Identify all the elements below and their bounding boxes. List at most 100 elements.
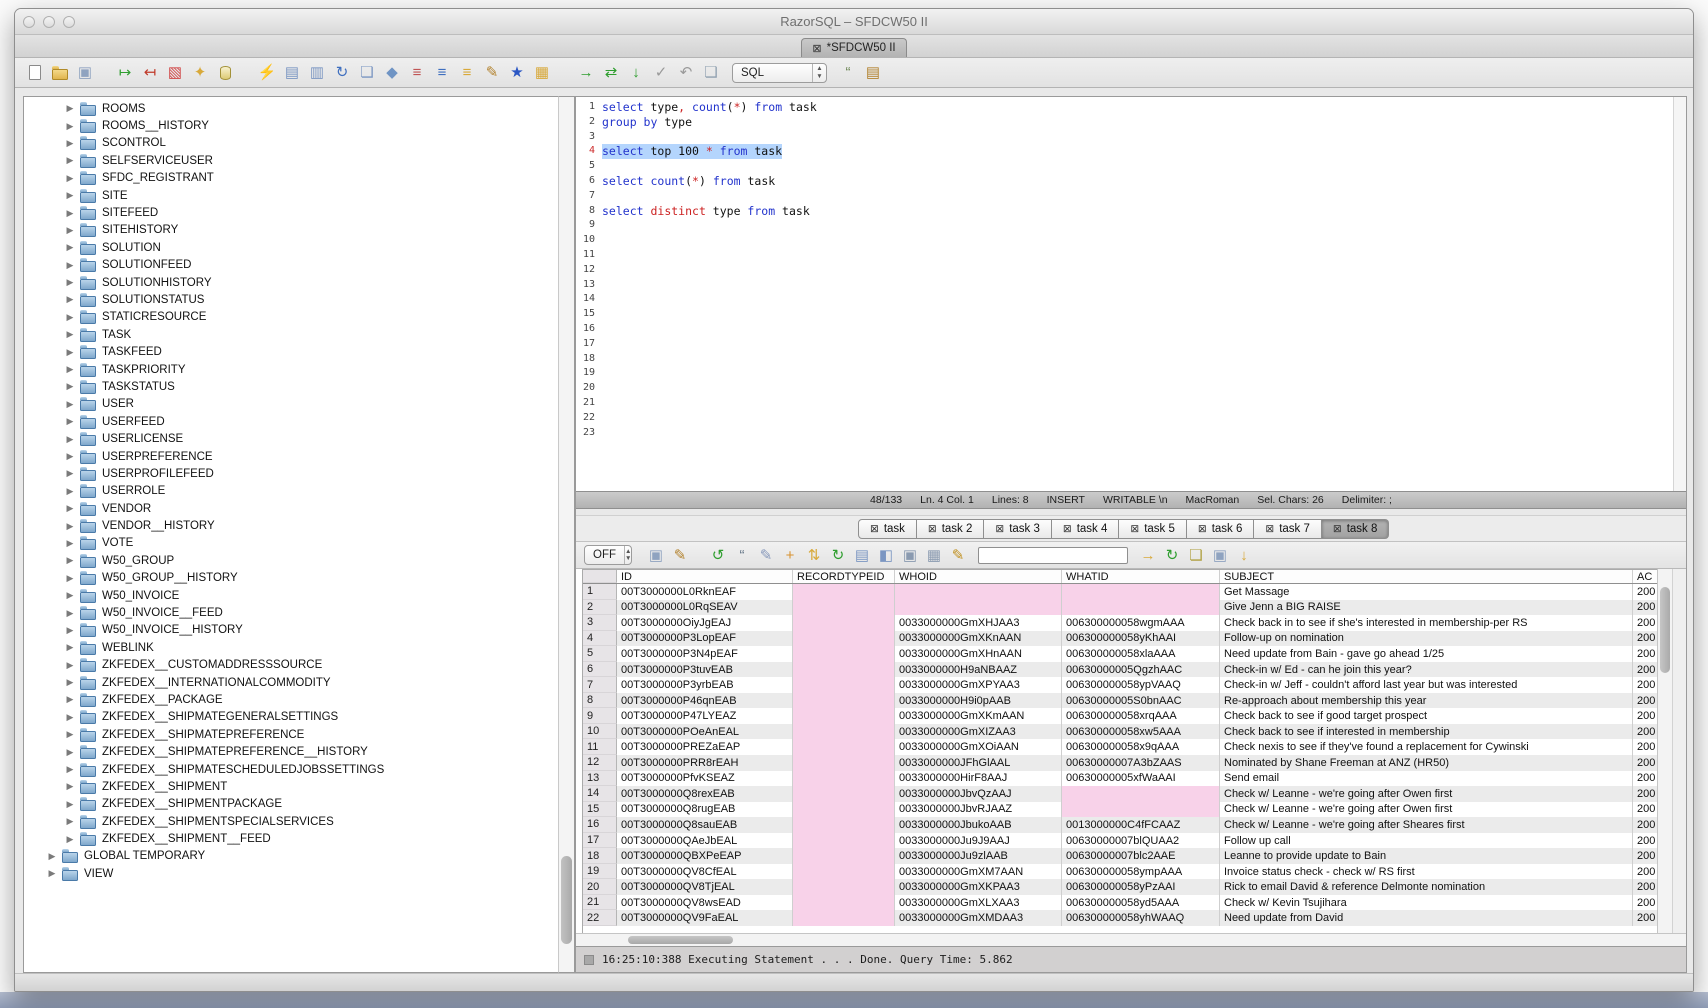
disclosure-triangle-icon[interactable]: ▶ [64, 381, 76, 392]
close-tab-icon[interactable]: ⊠ [812, 42, 821, 55]
table-cell[interactable]: 0033000000GmXKmAAN [895, 708, 1062, 724]
table-row[interactable]: 1500T3000000Q8rugEAB0033000000JbvRJAAZCh… [583, 802, 1657, 818]
table-cell[interactable]: 200 [1633, 833, 1658, 849]
table-cell[interactable]: 0033000000GmXPYAA3 [895, 677, 1062, 693]
view-text-icon[interactable]: “ [732, 545, 752, 565]
disclosure-triangle-icon[interactable]: ▶ [64, 781, 76, 792]
disclosure-triangle-icon[interactable]: ▶ [64, 225, 76, 236]
editor-line[interactable]: 2group by type [580, 115, 1686, 130]
column-header[interactable]: WHOID [895, 570, 1062, 583]
editor-line[interactable]: 8select distinct type from task [580, 204, 1686, 219]
table-cell[interactable]: 0033000000GmXLXAA3 [895, 895, 1062, 911]
sidebar-scrollbar[interactable] [558, 96, 575, 973]
disclosure-triangle-icon[interactable]: ▶ [64, 555, 76, 566]
disclosure-triangle-icon[interactable]: ▶ [64, 434, 76, 445]
tree-item[interactable]: ▶SFDC_REGISTRANT [24, 170, 558, 187]
table-cell[interactable]: 200 [1633, 864, 1658, 880]
table-cell[interactable]: Send email [1220, 771, 1633, 787]
table-cell[interactable]: 00T3000000P46qnEAB [617, 693, 793, 709]
highlight-pen-icon[interactable]: ✎ [948, 545, 968, 565]
close-tab-icon[interactable]: ⊠ [1130, 523, 1139, 535]
table-cell[interactable] [1062, 600, 1220, 616]
import-icon[interactable]: ↦ [115, 63, 135, 83]
open-file-icon[interactable] [50, 63, 70, 83]
disclosure-triangle-icon[interactable]: ▶ [64, 712, 76, 723]
close-tab-icon[interactable]: ⊠ [1063, 523, 1072, 535]
disclosure-triangle-icon[interactable]: ▶ [64, 242, 76, 253]
column-header[interactable]: WHATID [1062, 570, 1220, 583]
form-icon[interactable]: ▤ [282, 63, 302, 83]
tree-item[interactable]: ▶ZKFEDEX__SHIPMENTPACKAGE [24, 796, 558, 813]
table-row[interactable]: 1000T3000000POeAnEAL0033000000GmXIZAA300… [583, 724, 1657, 740]
editor-line[interactable]: 19 [580, 366, 1686, 381]
table-cell[interactable]: 00T3000000QBXPeEAP [617, 848, 793, 864]
table-cell[interactable]: 00T3000000Q8sauEAB [617, 817, 793, 833]
tree-item[interactable]: ▶SITE [24, 187, 558, 204]
table-cell[interactable] [793, 848, 895, 864]
table-cell[interactable]: Give Jenn a BIG RAISE [1220, 600, 1633, 616]
copy-objects-icon[interactable]: ▧ [165, 63, 185, 83]
table-cell[interactable]: 0033000000H9aNBAAZ [895, 662, 1062, 678]
tree-item[interactable]: ▶SOLUTION [24, 239, 558, 256]
disclosure-triangle-icon[interactable]: ▶ [64, 747, 76, 758]
table-cell[interactable] [793, 771, 895, 787]
editor-line[interactable]: 16 [580, 322, 1686, 337]
table-cell[interactable]: 0033000000GmXIZAA3 [895, 724, 1062, 740]
tree-item[interactable]: ▶SOLUTIONSTATUS [24, 291, 558, 308]
disclosure-triangle-icon[interactable]: ▶ [64, 451, 76, 462]
refresh-icon[interactable]: ↺ [708, 545, 728, 565]
table-cell[interactable]: 00630000007blQUAA2 [1062, 833, 1220, 849]
table-cell[interactable]: 006300000058x9qAAA [1062, 739, 1220, 755]
table-cell[interactable] [793, 693, 895, 709]
fetch-icon[interactable]: ↓ [626, 63, 646, 83]
disclosure-triangle-icon[interactable]: ▶ [64, 416, 76, 427]
disclosure-triangle-icon[interactable]: ▶ [64, 834, 76, 845]
notes-icon[interactable]: ❏ [701, 63, 721, 83]
table-cell[interactable]: 006300000058xw5AAA [1062, 724, 1220, 740]
update-rows-icon[interactable]: ⇅ [804, 545, 824, 565]
table-cell[interactable]: Check back to see if interested in membe… [1220, 724, 1633, 740]
table-row[interactable]: 1300T3000000PfvKSEAZ0033000000HirF8AAJ00… [583, 771, 1657, 787]
tree-item[interactable]: ▶SOLUTIONHISTORY [24, 274, 558, 291]
table-cell[interactable]: 200 [1633, 895, 1658, 911]
column-header[interactable]: RECORDTYPEID [793, 570, 895, 583]
editor-line[interactable]: 3 [580, 130, 1686, 145]
table-cell[interactable]: 00630000005QgzhAAC [1062, 662, 1220, 678]
database-icon[interactable] [215, 63, 235, 83]
tree-item[interactable]: ▶ZKFEDEX__SHIPMATEPREFERENCE [24, 726, 558, 743]
table-cell[interactable] [793, 833, 895, 849]
save-results-icon[interactable]: ▣ [646, 545, 666, 565]
new-object-icon[interactable]: ✦ [190, 63, 210, 83]
table-cell[interactable]: 200 [1633, 739, 1658, 755]
table-cell[interactable]: 006300000058xrqAAA [1062, 708, 1220, 724]
quotes-icon[interactable]: “ [838, 63, 858, 83]
table-cell[interactable] [793, 724, 895, 740]
table-row[interactable]: 500T3000000P3N4pEAF0033000000GmXHnAAN006… [583, 646, 1657, 662]
table-cell[interactable] [793, 646, 895, 662]
table-cell[interactable]: 200 [1633, 910, 1658, 926]
table-cell[interactable]: 0033000000Ju9J9AAJ [895, 833, 1062, 849]
table-cell[interactable]: Check w/ Leanne - we're going after Owen… [1220, 802, 1633, 818]
edit-notes-icon[interactable]: ❏ [1186, 545, 1206, 565]
table-cell[interactable]: 0033000000GmXHJAA3 [895, 615, 1062, 631]
execute-icon[interactable]: ⚡ [257, 63, 277, 83]
split-view-icon[interactable]: ◧ [876, 545, 896, 565]
disclosure-triangle-icon[interactable]: ▶ [64, 694, 76, 705]
export-refresh-icon[interactable]: ↻ [1162, 545, 1182, 565]
editor-line[interactable]: 20 [580, 381, 1686, 396]
table-row[interactable]: 1700T3000000QAeJbEAL0033000000Ju9J9AAJ00… [583, 833, 1657, 849]
table-cell[interactable]: 00T3000000P3N4pEAF [617, 646, 793, 662]
tree-item[interactable]: ▶ZKFEDEX__CUSTOMADDRESSSOURCE [24, 657, 558, 674]
disclosure-triangle-icon[interactable]: ▶ [64, 660, 76, 671]
table-cell[interactable]: 0033000000Ju9zlAAB [895, 848, 1062, 864]
table-cell[interactable]: 00630000005S0bnAAC [1062, 693, 1220, 709]
table-row[interactable]: 300T3000000OiyJgEAJ0033000000GmXHJAA3006… [583, 615, 1657, 631]
tree-item[interactable]: ▶SOLUTIONFEED [24, 257, 558, 274]
close-tab-icon[interactable]: ⊠ [1265, 523, 1274, 535]
results-tab[interactable]: ⊠task 4 [1052, 519, 1120, 539]
tree-item[interactable]: ▶TASKFEED [24, 343, 558, 360]
results-search-input[interactable] [978, 547, 1128, 564]
disclosure-triangle-icon[interactable]: ▶ [64, 590, 76, 601]
table-cell[interactable]: 0033000000JbukoAAB [895, 817, 1062, 833]
tree-item[interactable]: ▶ROOMS__HISTORY [24, 117, 558, 134]
